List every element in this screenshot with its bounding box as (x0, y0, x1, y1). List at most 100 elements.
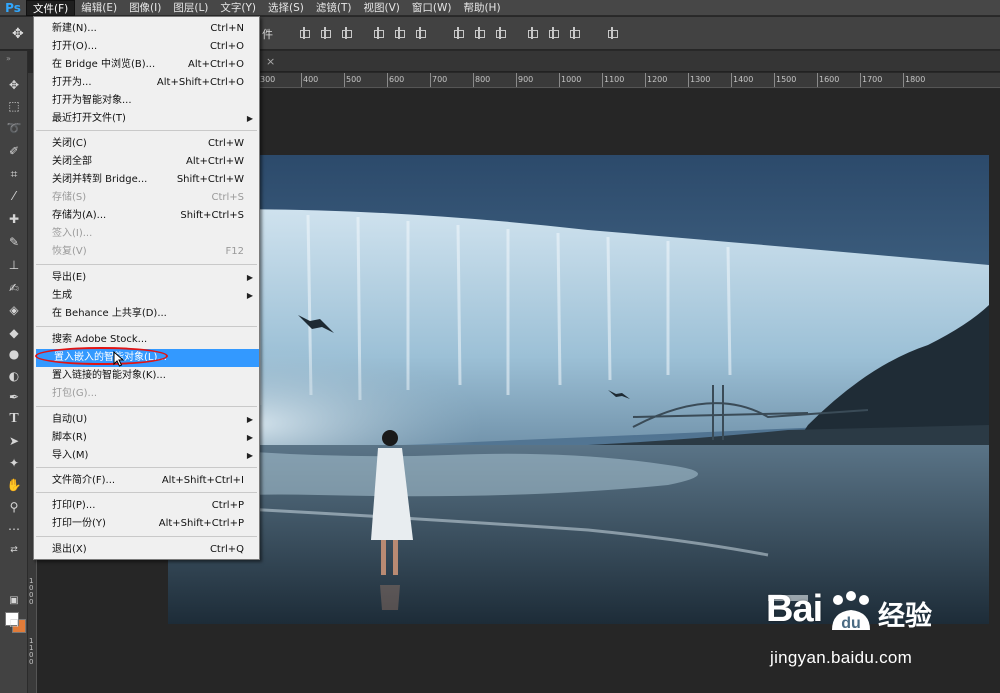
file-menu-item[interactable]: 脚本(R) ▶ (34, 429, 259, 447)
align-top-icon[interactable] (298, 27, 310, 39)
file-menu-item[interactable]: 在 Bridge 中浏览(B)... Alt+Ctrl+O (34, 56, 259, 74)
toolbar-grip-icon[interactable]: » (6, 54, 12, 63)
paint-bucket-icon[interactable]: ◆ (4, 324, 24, 342)
lasso-icon[interactable]: ➰ (4, 119, 24, 137)
menu-3[interactable]: 图层(L) (167, 0, 214, 16)
swap-colors-icon[interactable]: ⇄ (4, 541, 24, 559)
distribute-right-icon[interactable] (568, 27, 580, 39)
file-menu-item-label: 关闭(C) (52, 138, 87, 149)
file-menu-item[interactable]: 搜索 Adobe Stock... (34, 331, 259, 349)
file-menu-item[interactable]: 打开为... Alt+Shift+Ctrl+O (34, 74, 259, 92)
file-menu-item-label: 最近打开文件(T) (52, 113, 126, 124)
baidu-paw-logo: du (832, 591, 870, 632)
file-menu-item[interactable]: 打包(G)... (34, 385, 259, 403)
auto-align-icon[interactable] (606, 27, 618, 39)
file-menu-item[interactable]: 存储为(A)... Shift+Ctrl+S (34, 207, 259, 225)
file-menu-item-label: 导出(E) (52, 272, 87, 283)
eyedropper-icon[interactable]: ⁄ (4, 187, 24, 205)
distribute-top-icon[interactable] (452, 27, 464, 39)
file-menu-item[interactable]: 关闭(C) Ctrl+W (34, 135, 259, 153)
baidu-jingyan-watermark: Bai du 经验 jingyan.baidu.com (766, 588, 966, 670)
file-menu-item-label: 打开为... (52, 77, 92, 88)
file-menu-item[interactable]: 打印一份(Y) Alt+Shift+Ctrl+P (34, 515, 259, 533)
ruler-tick (516, 73, 517, 87)
ruler-tick (645, 73, 646, 87)
file-menu-item[interactable]: 关闭并转到 Bridge... Shift+Ctrl+W (34, 171, 259, 189)
file-menu-item[interactable]: 导出(E) ▶ (34, 269, 259, 287)
tools-panel: » ✥ ⬚ ➰ ✐ ⌗ ⁄ ✚ ✎ ⊥ ✍ ◈ ◆ ● ◐ ✒ T ➤ ✦ ✋ … (0, 51, 28, 693)
submenu-arrow-icon: ▶ (246, 291, 253, 300)
file-menu-item[interactable]: 关闭全部 Alt+Ctrl+W (34, 153, 259, 171)
eraser-icon[interactable]: ◈ (4, 301, 24, 319)
healing-brush-icon[interactable]: ✚ (4, 210, 24, 228)
distribute-vcenter-icon[interactable] (473, 27, 485, 39)
file-menu-item[interactable]: 自动(U) ▶ (34, 411, 259, 429)
menu-4[interactable]: 文字(Y) (214, 0, 262, 16)
menu-separator (36, 326, 257, 327)
menu-2[interactable]: 图像(I) (123, 0, 167, 16)
hand-icon[interactable]: ✋ (4, 476, 24, 494)
align-bottom-icon[interactable] (340, 27, 352, 39)
file-menu-item[interactable]: 退出(X) Ctrl+Q (34, 541, 259, 559)
file-menu-item-shortcut: Alt+Shift+Ctrl+O (156, 77, 244, 88)
ruler-tick-label: 1400 (733, 75, 754, 84)
menu-7[interactable]: 视图(V) (357, 0, 405, 16)
file-menu-item[interactable]: 文件简介(F)... Alt+Shift+Ctrl+I (34, 472, 259, 490)
move-tool-icon[interactable]: ✥ (12, 26, 28, 42)
menu-8[interactable]: 窗口(W) (406, 0, 458, 16)
blur-icon[interactable]: ● (4, 345, 24, 363)
menu-6[interactable]: 滤镜(T) (310, 0, 358, 16)
dodge-icon[interactable]: ◐ (4, 367, 24, 385)
file-menu-item[interactable]: 打印(P)... Ctrl+P (34, 497, 259, 515)
brush-icon[interactable]: ✎ (4, 233, 24, 251)
zoom-icon[interactable]: ⚲ (4, 498, 24, 516)
file-menu-item-label: 打包(G)... (52, 388, 98, 399)
auto-align-button (606, 27, 618, 39)
distribute-bottom-icon[interactable] (494, 27, 506, 39)
document-image[interactable] (168, 155, 989, 624)
ruler-tick (817, 73, 818, 87)
file-menu-item[interactable]: 在 Behance 上共享(D)... (34, 305, 259, 323)
file-menu-item[interactable]: 生成 ▶ (34, 287, 259, 305)
distribute-hcenter-icon[interactable] (547, 27, 559, 39)
menu-0[interactable]: 文件(F) (26, 0, 76, 16)
file-menu-item[interactable]: 存储(S) Ctrl+S (34, 189, 259, 207)
align-vcenter-icon[interactable] (319, 27, 331, 39)
file-menu-item[interactable]: 导入(M) ▶ (34, 447, 259, 465)
ruler-tick (344, 73, 345, 87)
file-menu-dropdown: 退出(X) Ctrl+Q 打印一份(Y) Alt+Shift+Ctrl+P 打印(P).… (33, 16, 260, 560)
menu-9[interactable]: 帮助(H) (457, 0, 506, 16)
screen-mode-icon[interactable]: ❐ (4, 616, 24, 634)
crop-icon[interactable]: ⌗ (4, 165, 24, 183)
history-brush-icon[interactable]: ✍ (4, 279, 24, 297)
file-menu-item-label: 退出(X) (52, 544, 87, 555)
ruler-tick-label: 900 (518, 75, 534, 84)
pen-icon[interactable]: ✒ (4, 388, 24, 406)
align-left-icon[interactable] (372, 27, 384, 39)
file-menu-item[interactable]: 打开为智能对象... (34, 92, 259, 110)
file-menu-item[interactable]: 最近打开文件(T) ▶ (34, 110, 259, 128)
file-menu-item[interactable]: 恢复(V) F12 (34, 243, 259, 261)
more-tools-icon[interactable]: ⋯ (4, 520, 24, 538)
file-menu-item[interactable]: 签入(I)... (34, 225, 259, 243)
file-menu-item[interactable]: 打开(O)... Ctrl+O (34, 38, 259, 56)
file-menu-item[interactable]: 新建(N)... Ctrl+N (34, 20, 259, 38)
file-menu-item[interactable]: 置入链接的智能对象(K)... (34, 367, 259, 385)
quick-mask-icon[interactable]: ▣ (4, 592, 24, 610)
shape-icon[interactable]: ✦ (4, 454, 24, 472)
menu-separator (36, 406, 257, 407)
ruler-tick-label: 800 (475, 75, 491, 84)
align-right-icon[interactable] (414, 27, 426, 39)
marquee-icon[interactable]: ⬚ (4, 97, 24, 115)
path-select-icon[interactable]: ➤ (4, 432, 24, 450)
type-icon[interactable]: T (4, 410, 24, 428)
clone-stamp-icon[interactable]: ⊥ (4, 256, 24, 274)
menu-1[interactable]: 编辑(E) (75, 0, 123, 16)
move-icon[interactable]: ✥ (4, 76, 24, 94)
quick-select-icon[interactable]: ✐ (4, 142, 24, 160)
ruler-tick (387, 73, 388, 87)
distribute-left-icon[interactable] (526, 27, 538, 39)
close-tab-icon[interactable]: × (266, 55, 275, 68)
menu-5[interactable]: 选择(S) (262, 0, 310, 16)
align-hcenter-icon[interactable] (393, 27, 405, 39)
